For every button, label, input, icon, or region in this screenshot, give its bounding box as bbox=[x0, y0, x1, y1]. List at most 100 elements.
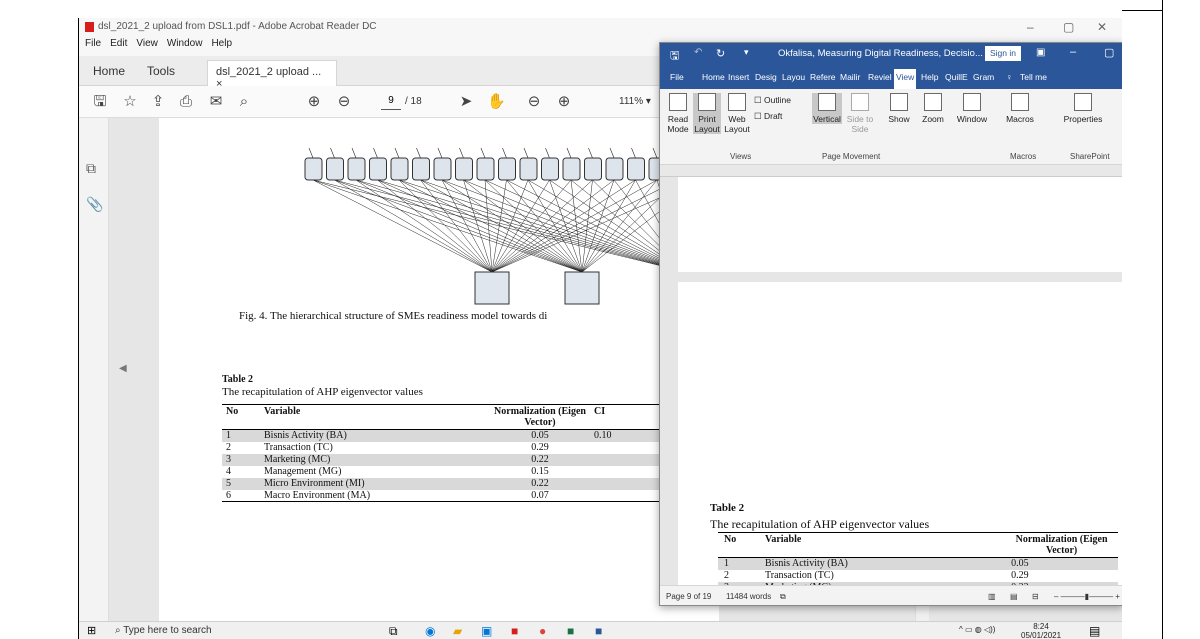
vertical-label: Vertical bbox=[813, 114, 841, 124]
figure-upper-connector bbox=[351, 147, 357, 159]
horizontal-ruler[interactable] bbox=[660, 165, 1122, 177]
tab-help[interactable]: Help bbox=[921, 72, 938, 82]
select-cursor-icon[interactable]: ➤ bbox=[457, 93, 475, 111]
pdf-table-subtitle: The recapitulation of AHP eigenvector va… bbox=[222, 386, 423, 398]
tab-tools[interactable]: Tools bbox=[147, 64, 175, 78]
page-down-icon[interactable]: ⊖ bbox=[335, 93, 353, 111]
menu-help[interactable]: Help bbox=[211, 38, 232, 49]
figure-criteria-node bbox=[326, 157, 344, 181]
window-button[interactable]: Window bbox=[954, 93, 990, 124]
tab-grammarly[interactable]: Gram bbox=[973, 72, 994, 82]
menu-view[interactable]: View bbox=[136, 38, 158, 49]
print-layout-view-icon[interactable]: ▤ bbox=[1010, 592, 1018, 601]
window-icon bbox=[963, 93, 981, 111]
tell-me-search[interactable]: Tell me bbox=[1020, 72, 1047, 82]
figure-connector-line bbox=[491, 179, 572, 273]
notification-icon[interactable]: ▤ bbox=[1089, 623, 1100, 639]
cell-no: 2 bbox=[226, 442, 231, 453]
menu-edit[interactable]: Edit bbox=[110, 38, 127, 49]
read-mode-view-icon[interactable]: ▥ bbox=[988, 592, 996, 601]
system-tray-icons[interactable]: ^ ▭ ◍ ◁)) bbox=[959, 625, 995, 634]
taskbar-search-box[interactable]: ⌕ Type here to search bbox=[115, 623, 375, 639]
word-save-icon[interactable]: 🖫 bbox=[670, 47, 679, 66]
figure-connector-line bbox=[491, 179, 550, 273]
tab-design[interactable]: Desig bbox=[755, 72, 777, 82]
word-document-area: Table 2 The recapitulation of AHP eigenv… bbox=[660, 177, 1122, 585]
word-col-no: No bbox=[724, 534, 737, 545]
word-count-status[interactable]: 11484 words bbox=[726, 592, 771, 601]
email-icon[interactable]: ✉ bbox=[207, 93, 225, 111]
attachment-icon[interactable]: 📎 bbox=[86, 196, 103, 213]
chrome-icon[interactable]: ● bbox=[539, 623, 546, 639]
redo-icon[interactable]: ↻ bbox=[716, 47, 725, 60]
properties-button[interactable]: Properties bbox=[1058, 93, 1108, 124]
macros-button[interactable]: Macros bbox=[1004, 93, 1036, 124]
acrobat-taskbar-icon[interactable]: ■ bbox=[511, 623, 518, 639]
lightbulb-icon[interactable]: ♀ bbox=[1006, 72, 1012, 82]
table-row: 1 Bisnis Activity (BA) 0.05 bbox=[718, 557, 1118, 570]
print-layout-button[interactable]: Print Layout bbox=[693, 93, 721, 134]
tab-file[interactable]: File bbox=[670, 72, 684, 82]
print-icon[interactable]: ⎙ bbox=[177, 93, 195, 111]
cell-no: 5 bbox=[222, 477, 260, 490]
tab-insert[interactable]: Insert bbox=[728, 72, 749, 82]
clock[interactable]: 8:24 05/01/2021 bbox=[1021, 622, 1061, 639]
file-explorer-icon[interactable]: ▰ bbox=[453, 623, 462, 639]
recommendation-high-node bbox=[474, 271, 510, 305]
task-view-icon[interactable]: ⧉ bbox=[389, 623, 398, 639]
menu-window[interactable]: Window bbox=[167, 38, 203, 49]
page-number-input[interactable]: 9 bbox=[381, 95, 401, 110]
tab-references[interactable]: Refere bbox=[810, 72, 836, 82]
page-up-icon[interactable]: ⊕ bbox=[305, 93, 323, 111]
col-variable: Variable bbox=[264, 406, 301, 417]
draft-button[interactable]: ☐ Draft bbox=[754, 111, 782, 121]
hand-tool-icon[interactable]: ✋ bbox=[487, 93, 506, 111]
tab-home[interactable]: Home bbox=[93, 64, 125, 78]
word-taskbar-icon[interactable]: ■ bbox=[595, 623, 602, 639]
undo-icon[interactable]: ↶ bbox=[694, 47, 702, 58]
pages-icon[interactable]: ⧉ bbox=[86, 160, 96, 177]
zoom-select[interactable]: 111% ▾ bbox=[619, 96, 651, 107]
tab-mailings[interactable]: Mailir bbox=[840, 72, 860, 82]
web-layout-button[interactable]: Web Layout bbox=[722, 93, 752, 134]
read-mode-button[interactable]: Read Mode bbox=[664, 93, 692, 134]
web-layout-view-icon[interactable]: ⊟ bbox=[1032, 592, 1039, 601]
restore-icon[interactable]: ▢ bbox=[1063, 20, 1074, 34]
word-minimize-icon[interactable]: – bbox=[1070, 46, 1076, 58]
vertical-button[interactable]: Vertical bbox=[812, 93, 842, 124]
minimize-icon[interactable]: – bbox=[1027, 20, 1034, 34]
tab-document[interactable]: dsl_2021_2 upload ... × bbox=[207, 60, 337, 90]
side-to-side-button[interactable]: Side to Side bbox=[846, 93, 874, 134]
tab-review[interactable]: Reviel bbox=[868, 72, 892, 82]
menu-file[interactable]: File bbox=[85, 38, 101, 49]
tab-view[interactable]: View bbox=[894, 69, 917, 89]
save-icon[interactable]: 🖫 bbox=[91, 93, 109, 111]
tab-layout[interactable]: Layou bbox=[782, 72, 805, 82]
close-icon[interactable]: ✕ bbox=[1097, 20, 1107, 34]
excel-icon[interactable]: ■ bbox=[567, 623, 574, 639]
figure-criteria-node bbox=[627, 157, 645, 181]
page-count-status[interactable]: Page 9 of 19 bbox=[666, 592, 711, 601]
word-maximize-icon[interactable]: ▢ bbox=[1104, 46, 1114, 59]
bookmark-star-icon[interactable]: ☆ bbox=[121, 93, 139, 111]
outline-button[interactable]: ☐ Outline bbox=[754, 95, 791, 105]
windows-start-icon[interactable]: ⊞ bbox=[87, 623, 96, 639]
upload-icon[interactable]: ⇪ bbox=[149, 93, 167, 111]
search-icon[interactable]: ⌕ bbox=[235, 93, 253, 111]
proofing-icon[interactable]: ⧉ bbox=[780, 592, 786, 602]
zoom-slider[interactable]: – ———▮——— + bbox=[1054, 592, 1120, 601]
tab-home-word[interactable]: Home bbox=[702, 72, 725, 82]
ribbon-display-icon[interactable]: ▣ bbox=[1036, 47, 1045, 58]
store-icon[interactable]: ▣ bbox=[481, 623, 492, 639]
figure-connector-line bbox=[334, 179, 583, 273]
customize-qat-icon[interactable]: ▾ bbox=[744, 47, 749, 58]
zoom-out-icon[interactable]: ⊖ bbox=[525, 93, 543, 111]
show-button[interactable]: Show bbox=[884, 93, 914, 124]
collapse-panel-icon[interactable]: ◀ bbox=[119, 363, 127, 374]
zoom-button[interactable]: Zoom bbox=[918, 93, 948, 124]
tab-quillbot[interactable]: QuillE bbox=[945, 72, 968, 82]
cell-no: 1 bbox=[222, 429, 260, 442]
edge-icon[interactable]: ◉ bbox=[425, 623, 435, 639]
sign-in-button[interactable]: Sign in bbox=[985, 46, 1021, 61]
zoom-in-icon[interactable]: ⊕ bbox=[555, 93, 573, 111]
